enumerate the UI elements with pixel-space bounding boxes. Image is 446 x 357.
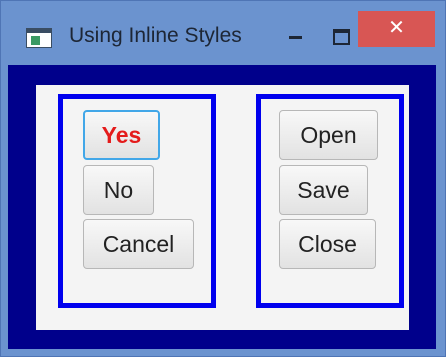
close-window-button[interactable]: ✕ [358, 11, 435, 47]
yes-button[interactable]: Yes [83, 110, 160, 160]
right-button-group: Open Save Close [256, 94, 404, 308]
content-frame: Yes No Cancel Open Save Close [8, 65, 436, 349]
close-button[interactable]: Close [279, 219, 376, 269]
left-button-group: Yes No Cancel [58, 94, 216, 308]
app-icon-bar [27, 29, 51, 33]
content-pane: Yes No Cancel Open Save Close [36, 85, 409, 330]
app-icon-square [31, 36, 40, 45]
close-icon: ✕ [388, 17, 405, 39]
title-bar[interactable]: Using Inline Styles ✕ [1, 1, 445, 61]
app-icon [26, 28, 52, 48]
no-button[interactable]: No [83, 165, 154, 215]
open-button[interactable]: Open [279, 110, 378, 160]
maximize-icon[interactable] [321, 19, 361, 51]
minimize-icon[interactable] [277, 19, 317, 51]
window-title: Using Inline Styles [69, 24, 242, 47]
cancel-button[interactable]: Cancel [83, 219, 194, 269]
save-button[interactable]: Save [279, 165, 368, 215]
application-window: Using Inline Styles ✕ Yes No Cancel Open… [0, 0, 446, 357]
